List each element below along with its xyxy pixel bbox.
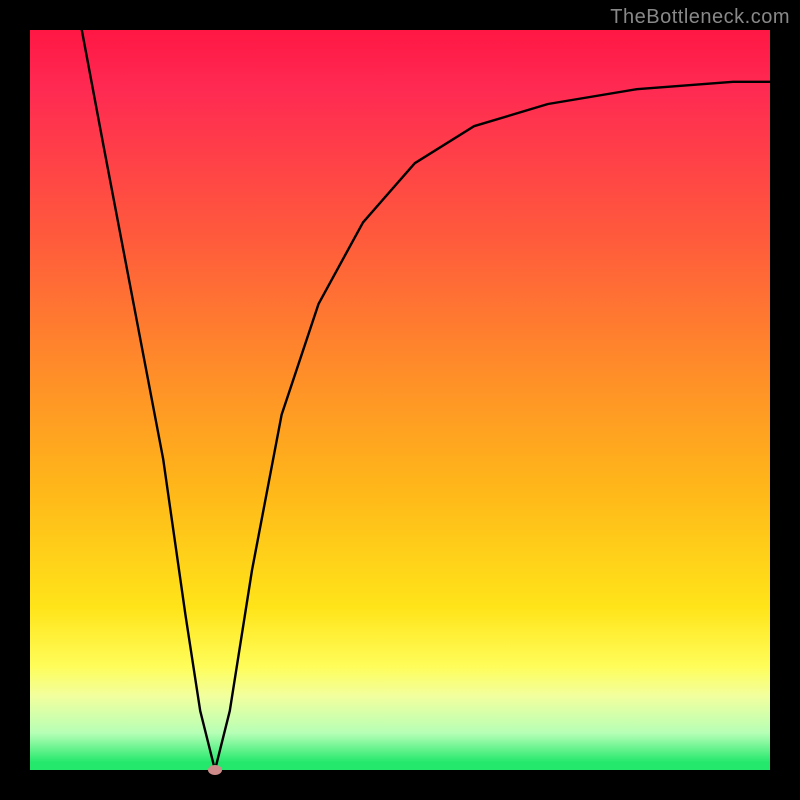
minimum-marker [208,765,222,775]
plot-area [30,30,770,770]
watermark-text: TheBottleneck.com [610,6,790,29]
figure: TheBottleneck.com [0,0,800,800]
bottleneck-curve [30,30,770,770]
